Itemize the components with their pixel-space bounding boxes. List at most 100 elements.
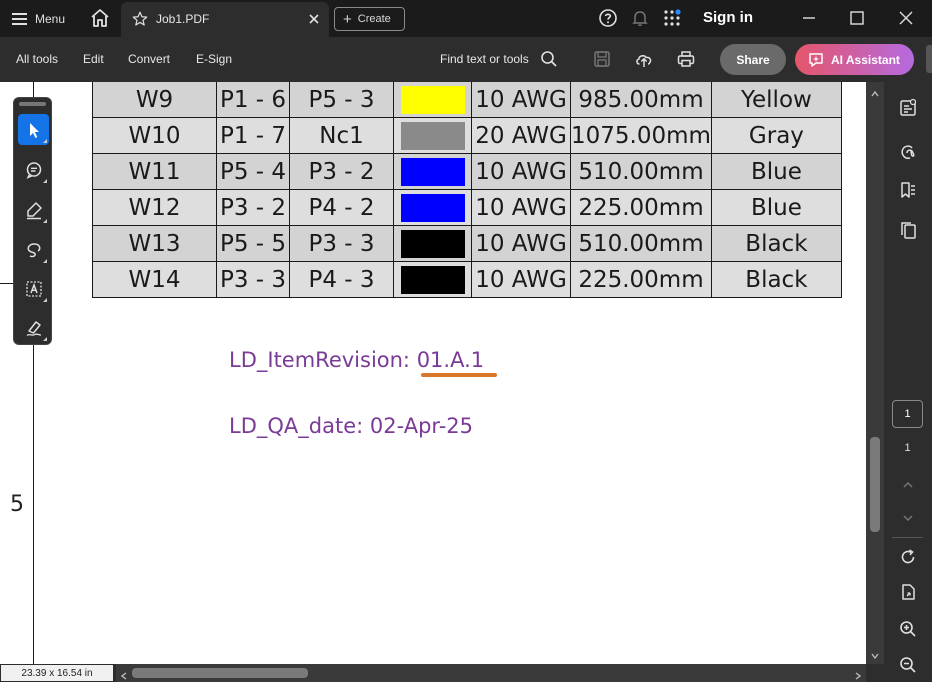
all-tools-menu[interactable]: All tools (16, 52, 58, 66)
zoom-in-icon[interactable] (898, 619, 918, 639)
table-cell-gauge: 10 AWG (471, 82, 571, 118)
item-revision-text: LD_ItemRevision: 01.A.1 (229, 348, 485, 372)
text-recognition-tool-button[interactable] (18, 273, 49, 304)
current-page-input[interactable]: 1 (892, 400, 923, 428)
table-cell-from: P3 - 3 (216, 261, 290, 298)
acrobat-window: Menu Job1.PDF + Create Sign in All tools… (0, 0, 932, 682)
table-cell-color: Gray (710, 117, 842, 154)
e-sign-menu[interactable]: E-Sign (196, 52, 232, 66)
help-icon[interactable] (598, 8, 618, 28)
rotate-icon[interactable] (898, 547, 918, 567)
table-cell-id: W11 (92, 153, 217, 190)
tool-expand-marker (43, 298, 47, 302)
home-icon[interactable] (88, 6, 112, 30)
attachment-panel-icon[interactable] (898, 142, 918, 162)
main-toolbar: All tools Edit Convert E-Sign Find text … (0, 37, 932, 82)
page-dimensions: 23.39 x 16.54 in (1, 665, 113, 681)
revision-underline-annotation[interactable] (421, 373, 497, 377)
ai-assistant-label: AI Assistant (831, 52, 900, 67)
sign-in-link[interactable]: Sign in (703, 9, 753, 26)
tab-job1-pdf[interactable]: Job1.PDF (121, 2, 329, 37)
close-window-icon[interactable] (894, 6, 918, 30)
edit-menu[interactable]: Edit (83, 52, 104, 66)
horizontal-scroll-thumb[interactable] (132, 668, 308, 678)
star-icon[interactable] (131, 10, 149, 28)
create-label: Create (357, 13, 391, 25)
table-cell-swatch (393, 261, 472, 298)
highlighter-icon (26, 201, 42, 219)
print-icon[interactable] (676, 49, 696, 69)
toolbar-overflow-handle[interactable] (926, 45, 932, 73)
bookmarks-panel-icon[interactable] (898, 180, 918, 200)
table-cell-id: W14 (92, 261, 217, 298)
table-cell-to: Nc1 (289, 117, 394, 154)
table-cell-swatch (393, 82, 472, 118)
select-tool-button[interactable] (18, 114, 49, 145)
save-icon[interactable] (592, 49, 612, 69)
table-cell-color: Blue (710, 153, 842, 190)
table-cell-gauge: 10 AWG (471, 225, 571, 262)
table-cell-from: P5 - 4 (216, 153, 290, 190)
table-cell-color: Black (710, 261, 842, 298)
table-cell-id: W13 (92, 225, 217, 262)
table-cell-length: 225.00mm (570, 189, 712, 226)
menu-button[interactable]: Menu (6, 4, 71, 33)
tool-expand-marker (43, 139, 47, 143)
tool-expand-marker (43, 259, 47, 263)
search-icon[interactable] (540, 50, 558, 68)
convert-menu[interactable]: Convert (128, 52, 170, 66)
minimize-icon[interactable] (797, 6, 821, 30)
share-button[interactable]: Share (720, 44, 786, 75)
draw-tool-button[interactable] (18, 234, 49, 265)
scroll-right-arrow-icon[interactable] (853, 668, 863, 680)
sign-tool-button[interactable] (18, 312, 49, 343)
highlight-tool-button[interactable] (18, 194, 49, 225)
scroll-down-arrow-icon[interactable] (870, 648, 880, 660)
table-cell-from: P5 - 5 (216, 225, 290, 262)
scroll-up-arrow-icon[interactable] (870, 86, 880, 97)
cursor-icon (29, 122, 39, 138)
apps-grid-icon[interactable] (662, 8, 682, 28)
table-cell-from: P3 - 2 (216, 189, 290, 226)
comment-tool-button[interactable] (18, 154, 49, 185)
zone-number: 5 (10, 492, 24, 517)
vertical-scroll-thumb[interactable] (870, 437, 880, 532)
table-row: W14 P3 - 3 P4 - 3 10 AWG 225.00mm Black (92, 261, 842, 298)
close-tab-icon[interactable] (305, 10, 323, 28)
comment-panel-icon[interactable] (898, 98, 918, 118)
right-side-panel: 1 1 (884, 82, 932, 682)
cloud-upload-icon[interactable] (634, 49, 654, 69)
export-page-icon[interactable] (898, 582, 918, 602)
table-row: W12 P3 - 2 P4 - 2 10 AWG 225.00mm Blue (92, 189, 842, 226)
horizontal-scrollbar[interactable] (116, 664, 866, 682)
table-cell-length: 1075.00mm (570, 117, 712, 154)
table-cell-id: W12 (92, 189, 217, 226)
drag-handle[interactable] (19, 102, 46, 106)
total-pages: 1 (904, 442, 911, 454)
table-cell-gauge: 10 AWG (471, 261, 571, 298)
wire-color-swatch (400, 265, 465, 294)
table-cell-from: P1 - 7 (216, 117, 290, 154)
scroll-left-arrow-icon[interactable] (119, 668, 129, 680)
pages-panel-icon[interactable] (898, 220, 918, 240)
quick-tools-bar (13, 97, 52, 345)
bell-icon[interactable] (630, 8, 650, 28)
ai-sparkle-icon (807, 51, 825, 69)
create-button[interactable]: + Create (334, 7, 405, 31)
table-cell-id: W10 (92, 117, 217, 154)
find-text-or-tools[interactable]: Find text or tools (440, 52, 529, 66)
table-cell-from: P1 - 6 (216, 82, 290, 118)
ai-assistant-button[interactable]: AI Assistant (795, 44, 914, 75)
status-bar: 23.39 x 16.54 in (0, 664, 884, 682)
table-cell-to: P4 - 2 (289, 189, 394, 226)
vertical-scrollbar[interactable] (866, 82, 884, 664)
zoom-out-icon[interactable] (898, 655, 918, 675)
previous-page-icon[interactable] (898, 475, 918, 495)
qa-date-text: LD_QA_date: 02-Apr-25 (229, 414, 473, 438)
table-cell-to: P3 - 2 (289, 153, 394, 190)
tool-expand-marker (43, 179, 47, 183)
next-page-icon[interactable] (898, 508, 918, 528)
table-cell-swatch (393, 189, 472, 226)
maximize-icon[interactable] (845, 6, 869, 30)
wire-color-swatch (400, 193, 465, 222)
